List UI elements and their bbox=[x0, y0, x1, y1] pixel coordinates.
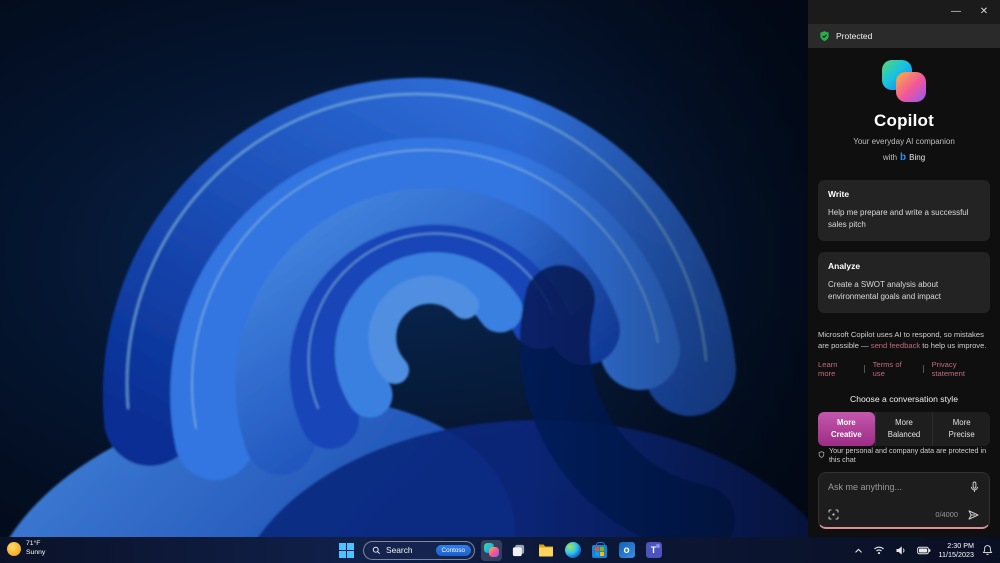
bing-label: Bing bbox=[909, 153, 926, 162]
search-label: Search bbox=[386, 545, 413, 555]
style-option-top: More bbox=[952, 418, 971, 428]
style-option-creative[interactable]: More Creative bbox=[818, 412, 875, 446]
disclaimer-text-2: to help us improve. bbox=[920, 340, 987, 350]
microsoft-store-icon bbox=[592, 541, 607, 558]
screenshot-viewfinder-icon[interactable] bbox=[828, 509, 839, 520]
close-button[interactable]: ✕ bbox=[972, 3, 996, 21]
conversation-style-group: More Creative More Balanced More Precise bbox=[818, 412, 990, 446]
file-explorer-icon bbox=[538, 544, 553, 557]
char-counter: 0/4000 bbox=[935, 510, 958, 520]
microphone-icon[interactable] bbox=[969, 481, 980, 494]
taskbar-outlook-icon[interactable]: o bbox=[616, 540, 637, 561]
style-option-balanced[interactable]: More Balanced bbox=[874, 412, 933, 446]
style-option-bottom: Precise bbox=[948, 429, 975, 439]
chat-input-box: 0/4000 bbox=[818, 471, 990, 529]
card-category: Write bbox=[828, 189, 850, 199]
taskbar-file-explorer-icon[interactable] bbox=[535, 540, 556, 561]
style-option-top: More bbox=[837, 418, 856, 428]
footer-links: Learn more Terms of use Privacy statemen… bbox=[818, 360, 990, 378]
teams-icon: T bbox=[645, 542, 662, 558]
shield-outline-icon bbox=[818, 451, 825, 459]
with-bing-line: with b Bing bbox=[818, 152, 990, 163]
task-view-icon bbox=[512, 544, 525, 556]
card-prompt: Create a SWOT analysis about environment… bbox=[828, 279, 941, 302]
notifications-button[interactable] bbox=[980, 542, 995, 558]
bing-icon: b bbox=[900, 152, 907, 163]
conversation-style-title: Choose a conversation style bbox=[850, 394, 958, 405]
copilot-panel: — ✕ Protected Copilot Your everyday AI c… bbox=[808, 0, 1000, 537]
card-prompt: Help me prepare and write a successful s… bbox=[828, 208, 969, 230]
style-option-bottom: Balanced bbox=[887, 429, 921, 439]
taskbar-task-view-icon[interactable] bbox=[508, 540, 529, 561]
copilot-title: Copilot bbox=[874, 111, 934, 130]
speaker-icon bbox=[896, 545, 904, 555]
minimize-button[interactable]: — bbox=[944, 3, 968, 21]
taskbar-teams-icon[interactable]: T bbox=[643, 540, 664, 561]
hidden-icons-chevron[interactable] bbox=[852, 545, 865, 556]
volume-button[interactable] bbox=[893, 543, 909, 558]
link-divider bbox=[922, 365, 924, 374]
weather-temperature: 71°F bbox=[26, 540, 41, 547]
taskbar-center: Search Contoso o T bbox=[336, 537, 664, 563]
tray-date: 11/15/2023 bbox=[938, 550, 974, 559]
taskbar-copilot-icon[interactable] bbox=[481, 539, 502, 561]
screen: — ✕ Protected Copilot Your everyday AI c… bbox=[0, 0, 1000, 563]
style-option-bottom: Creative bbox=[830, 429, 862, 439]
sun-icon bbox=[7, 541, 21, 556]
taskbar: 71°F Sunny Search Contoso o T 2:30 PM 11… bbox=[0, 537, 1000, 563]
copilot-icon bbox=[484, 543, 499, 557]
clock[interactable]: 2:30 PM 11/15/2023 bbox=[939, 541, 974, 560]
card-category: Analyze bbox=[828, 260, 861, 271]
edge-icon bbox=[564, 542, 581, 558]
copilot-hero: Copilot Your everyday AI companion with … bbox=[818, 60, 990, 163]
ai-disclaimer: Microsoft Copilot uses AI to respond, so… bbox=[818, 329, 990, 352]
network-button[interactable] bbox=[871, 543, 887, 557]
chat-input[interactable] bbox=[828, 482, 963, 493]
copilot-logo-icon bbox=[881, 60, 927, 102]
style-option-top: More bbox=[895, 418, 913, 428]
suggestion-card-analyze[interactable]: Analyze Create a SWOT analysis about env… bbox=[818, 251, 990, 313]
privacy-note: Your personal and company data are prote… bbox=[818, 446, 990, 464]
panel-titlebar: — ✕ bbox=[808, 0, 1000, 24]
suggestion-cards: Write Help me prepare and write a succes… bbox=[818, 180, 990, 324]
bell-icon bbox=[982, 545, 993, 555]
link-divider bbox=[863, 365, 865, 374]
search-icon bbox=[372, 546, 381, 554]
battery-icon bbox=[916, 546, 930, 554]
protected-shield-icon bbox=[820, 31, 829, 42]
windows-logo-icon bbox=[339, 542, 354, 558]
weather-widget[interactable]: 71°F Sunny bbox=[7, 540, 45, 558]
privacy-statement-link[interactable]: Privacy statement bbox=[932, 360, 990, 378]
system-tray: 2:30 PM 11/15/2023 bbox=[852, 537, 995, 563]
start-button[interactable] bbox=[336, 540, 357, 561]
privacy-note-text: Your personal and company data are prote… bbox=[828, 445, 987, 464]
with-label: with bbox=[882, 153, 898, 162]
weather-condition: Sunny bbox=[26, 548, 46, 556]
tray-time: 2:30 PM bbox=[947, 540, 974, 550]
protected-bar: Protected bbox=[808, 24, 1000, 48]
outlook-icon: o bbox=[618, 542, 635, 558]
learn-more-link[interactable]: Learn more bbox=[818, 360, 856, 378]
send-icon[interactable] bbox=[967, 509, 980, 521]
battery-button[interactable] bbox=[915, 544, 933, 557]
taskbar-edge-icon[interactable] bbox=[562, 540, 583, 561]
style-option-precise[interactable]: More Precise bbox=[932, 412, 990, 446]
chevron-up-icon bbox=[854, 548, 862, 553]
suggestion-card-write[interactable]: Write Help me prepare and write a succes… bbox=[818, 180, 990, 241]
panel-body: Copilot Your everyday AI companion with … bbox=[808, 48, 1000, 537]
search-box[interactable]: Search Contoso bbox=[363, 540, 475, 560]
protected-label: Protected bbox=[836, 31, 873, 41]
wifi-icon bbox=[873, 546, 884, 555]
copilot-subtitle: Your everyday AI companion bbox=[853, 137, 955, 146]
send-feedback-link[interactable]: send feedback bbox=[871, 341, 920, 350]
taskbar-store-icon[interactable] bbox=[589, 540, 610, 561]
search-badge: Contoso bbox=[435, 544, 471, 556]
terms-of-use-link[interactable]: Terms of use bbox=[873, 360, 915, 378]
